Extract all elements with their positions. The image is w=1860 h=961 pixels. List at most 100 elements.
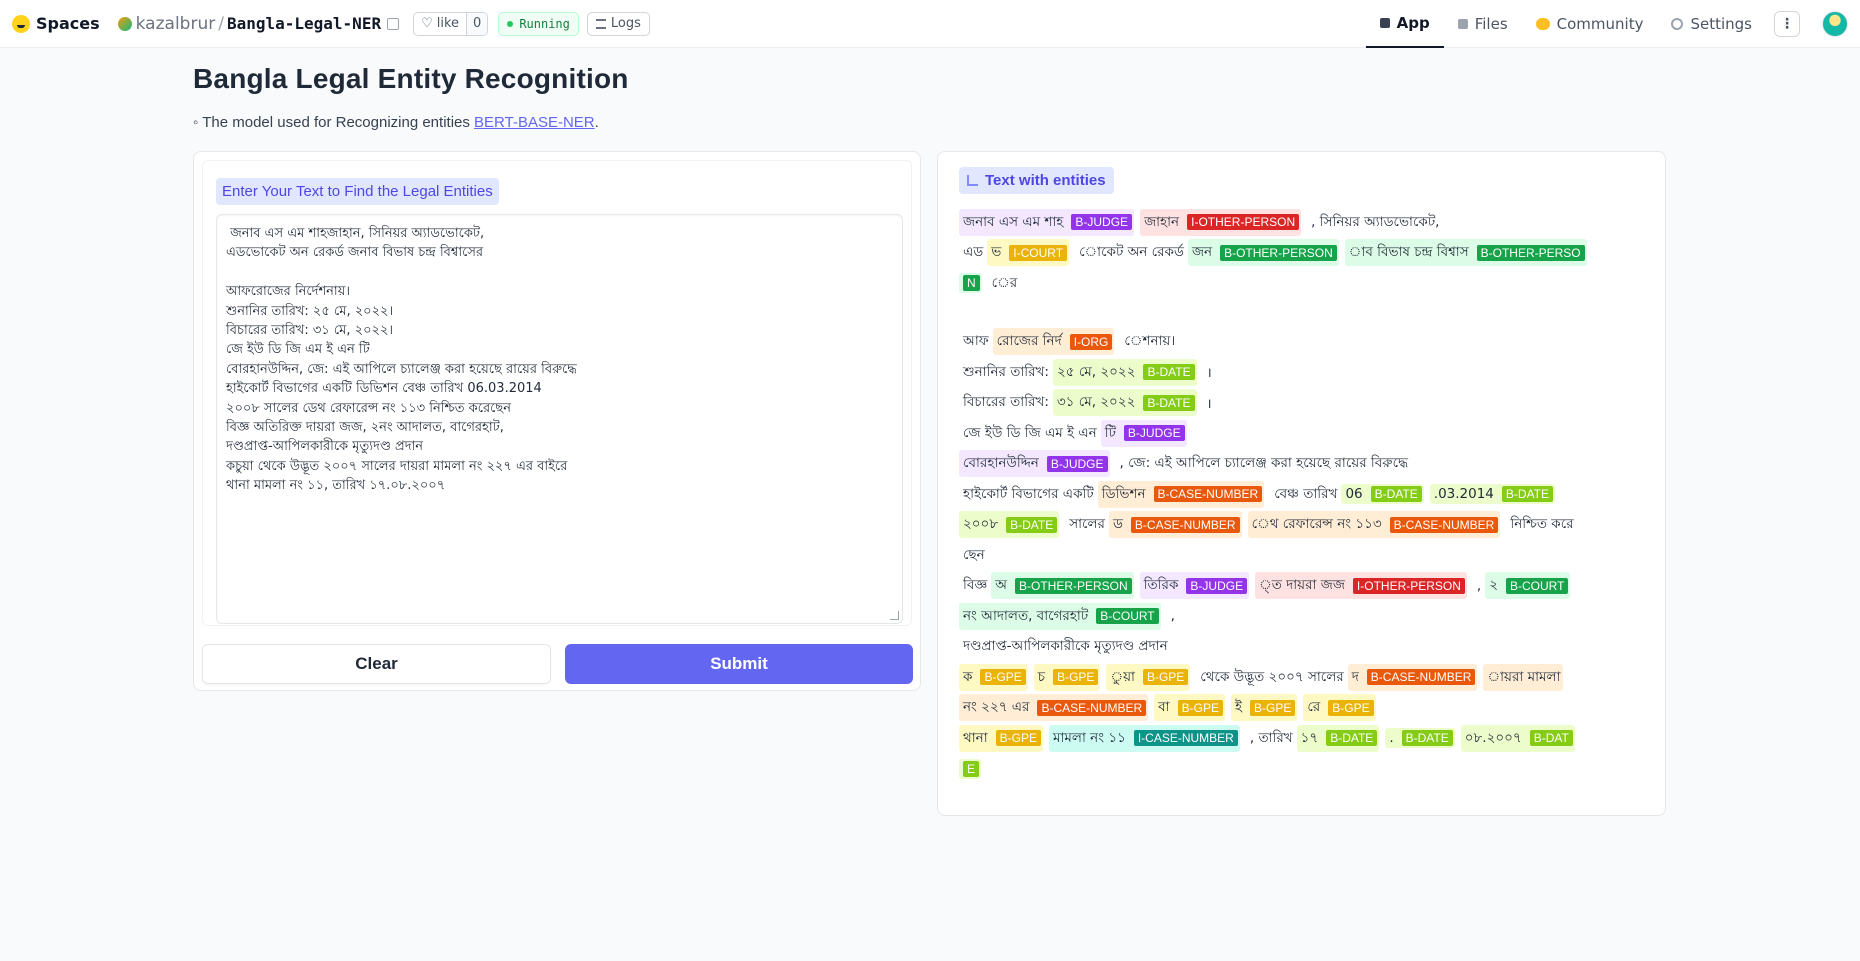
text-input[interactable]: জনাব এস এম শাহজাহান, সিনিয়র অ্যাডভোকেট,… xyxy=(216,214,903,624)
plain-text: , তারিখ xyxy=(1249,729,1293,746)
chart-icon xyxy=(967,175,978,186)
entity-label: B-JUDGE xyxy=(1123,425,1185,442)
input-text-line: থানা মামলা নং ১১, তারিখ ১৭.০৮.২০০৭ xyxy=(226,478,446,494)
highlight-row: ছেন xyxy=(959,540,1651,571)
submit-button[interactable]: Submit xyxy=(565,644,913,684)
model-link[interactable]: BERT-BASE-NER xyxy=(474,114,595,131)
output-label: Text with entities xyxy=(959,167,1114,194)
input-text-line: বিচারের তারিখ: ৩১ মে, ২০২২। xyxy=(226,323,394,339)
entity-text: ায়রা মামলা xyxy=(1487,668,1561,685)
breadcrumb: kazalbrur / Bangla-Legal-NER xyxy=(117,14,400,34)
highlight-row: আফ রোজের নির্দ I-ORGেশনায়। xyxy=(959,327,1651,358)
status-dot-icon xyxy=(507,20,514,27)
clear-button[interactable]: Clear xyxy=(202,644,551,684)
entity-label: B-DATE xyxy=(1401,730,1453,747)
entity-label: B-DATE xyxy=(1326,730,1378,747)
plain-text: জে ইউ ডি জি এম ই এন xyxy=(963,424,1097,441)
copy-icon[interactable] xyxy=(387,17,400,30)
entity-text: ২০০৮ xyxy=(963,516,999,533)
entity-text: ১৭ xyxy=(1300,729,1319,746)
highlight-row: হাইকোর্ট বিভাগের একটি ডিভিশন B-CASE-NUMBER… xyxy=(959,479,1651,510)
entity-span: তিরিক B-JUDGE xyxy=(1139,572,1250,600)
repo-link[interactable]: Bangla-Legal-NER xyxy=(227,14,381,33)
entity-span: জনাব এস এম শাহ B-JUDGE xyxy=(959,208,1135,236)
like-button[interactable]: ♡ like 0 xyxy=(413,11,489,36)
entity-text: ডিভিশন xyxy=(1101,485,1146,502)
entity-label: I-OTHER-PERSON xyxy=(1352,577,1465,594)
input-text-line: শুনানির তারিখ: ২৫ মে, ২০২২। xyxy=(226,303,394,319)
highlight-row: ২০০৮ B-DATE সালের ড B-CASE-NUMBERেথ রেফারেন্… xyxy=(959,510,1651,541)
like-toggle[interactable]: ♡ like xyxy=(414,16,466,31)
entity-span: দ B-CASE-NUMBER xyxy=(1347,663,1478,691)
plain-text: দণ্ডপ্রাপ্ত-আপিলকারীকে মৃত্যুদণ্ড প্রদান xyxy=(963,638,1168,655)
more-options-button[interactable]: ⋮ xyxy=(1774,11,1800,37)
tab-files-label: Files xyxy=(1474,15,1508,33)
logs-icon xyxy=(595,18,606,29)
entity-span: নং ২২৭ এর B-CASE-NUMBER xyxy=(959,694,1149,722)
highlight-row: ক B-GPE চ B-GPEুয়া B-GPE থেকে উদ্ভূত ২০০৭ সা… xyxy=(959,662,1651,693)
owner-link[interactable]: kazalbrur xyxy=(136,14,216,34)
input-label: Enter Your Text to Find the Legal Entiti… xyxy=(216,178,499,205)
entity-span: ২৫ মে, ২০২২ B-DATE xyxy=(1052,358,1197,386)
entity-span: রোজের নির্দ I-ORG xyxy=(992,328,1115,356)
heart-icon: ♡ xyxy=(421,16,433,31)
entity-label: I-OTHER-PERSON xyxy=(1187,214,1300,231)
entity-text: ুয়া xyxy=(1110,668,1135,685)
entity-text: ড xyxy=(1112,516,1123,533)
entity-label: E xyxy=(963,760,980,777)
model-description: ◦ The model used for Recognizing entitie… xyxy=(193,114,599,131)
plain-text: , জে: এই আপিলে চ্যালেঞ্জ করা হয়েছে রায়… xyxy=(1119,455,1408,472)
entity-span: াব বিভাষ চন্দ্র বিশ্বাস B-OTHER-PERSO xyxy=(1344,239,1587,267)
entity-span: চ B-GPE xyxy=(1033,663,1101,691)
entity-label: B-COURT xyxy=(1506,577,1569,594)
entity-span: ডিভিশন B-CASE-NUMBER xyxy=(1097,480,1265,508)
spaces-logo[interactable]: Spaces xyxy=(12,14,100,33)
tab-app-label: App xyxy=(1396,14,1430,32)
entity-label: B-GPE xyxy=(1053,669,1099,686)
plain-text: , xyxy=(1170,608,1175,625)
highlight-row: বিজ্ঞ অ B-OTHER-PERSON তিরিক B-JUDGE্ত দায়র… xyxy=(959,571,1651,602)
plain-text: ছেন xyxy=(963,546,985,563)
desc-suffix: . xyxy=(594,114,599,131)
entity-span: ১৭ B-DATE xyxy=(1296,724,1380,752)
entity-span: মামলা নং ১১ I-CASE-NUMBER xyxy=(1048,724,1240,752)
entity-label: B-GPE xyxy=(1142,669,1189,686)
entity-text: রোজের নির্দ xyxy=(996,333,1062,350)
entity-span: ড B-CASE-NUMBER xyxy=(1108,511,1242,539)
tab-settings[interactable]: Settings xyxy=(1657,0,1766,48)
logs-button[interactable]: Logs xyxy=(586,11,650,36)
entity-text: চ xyxy=(1037,668,1046,685)
resize-handle-icon[interactable] xyxy=(890,611,899,620)
highlight-row: নং আদালত, বাগেরহাট B-COURT, xyxy=(959,601,1651,632)
status-badge[interactable]: Running xyxy=(498,11,579,36)
entity-text: নং আদালত, বাগেরহাট xyxy=(963,607,1089,624)
tab-files[interactable]: Files xyxy=(1444,0,1522,48)
output-block: Text with entities জনাব এস এম শাহ B-JUDGE… xyxy=(946,160,1658,792)
tab-app[interactable]: App xyxy=(1365,0,1444,48)
entity-label: B-CASE-NUMBER xyxy=(1037,699,1147,716)
user-avatar[interactable] xyxy=(1822,11,1848,37)
entity-span: E xyxy=(959,758,982,779)
desc-prefix: The model used for Recognizing entities xyxy=(202,114,470,131)
community-icon xyxy=(1535,18,1550,30)
entity-text: 06 xyxy=(1345,486,1363,503)
plain-text: োকেট অন রেকর্ড xyxy=(1079,244,1184,261)
input-panel: Enter Your Text to Find the Legal Entiti… xyxy=(193,151,921,691)
entity-text: টি xyxy=(1104,424,1116,441)
tab-community[interactable]: Community xyxy=(1522,0,1658,48)
entity-text: বোরহানউদ্দিন xyxy=(963,455,1039,472)
entity-label: B-JUDGE xyxy=(1046,455,1108,472)
entity-label: B-JUDGE xyxy=(1071,214,1133,231)
entity-span: নং আদালত, বাগেরহাট B-COURT xyxy=(959,602,1161,630)
entity-text: তিরিক xyxy=(1143,577,1179,594)
entity-label: B-OTHER-PERSON xyxy=(1220,244,1337,261)
entity-text: নং ২২৭ এর xyxy=(963,699,1030,716)
highlight-row: জে ইউ ডি জি এম ই এন টি B-JUDGE xyxy=(959,418,1651,449)
app-icon xyxy=(1379,18,1390,28)
highlight-row xyxy=(959,299,1651,327)
entity-span: N xyxy=(959,273,982,294)
space-nav: App Files Community Settings ⋮ xyxy=(1365,0,1860,48)
entity-span: ুয়া B-GPE xyxy=(1106,663,1191,691)
hugging-face-icon xyxy=(12,14,30,33)
entity-span: ২০০৮ B-DATE xyxy=(959,511,1060,539)
